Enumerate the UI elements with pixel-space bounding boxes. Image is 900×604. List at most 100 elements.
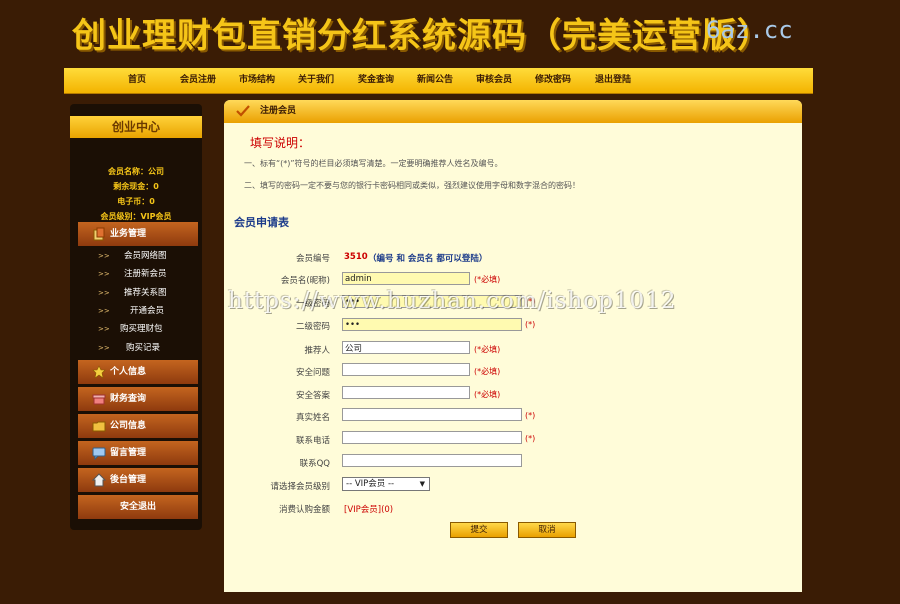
site-title: 创业理财包直销分红系统源码（完美运营版） bbox=[72, 16, 772, 56]
sidebar-item-activate[interactable]: >> 开通会员 bbox=[98, 302, 198, 320]
sidebar-section-label: 留言管理 bbox=[110, 448, 147, 458]
username-input[interactable] bbox=[342, 272, 470, 285]
watermark: https://www.huzhan.com/ishop1012 bbox=[228, 288, 677, 314]
member-no-label: 会员编号 bbox=[295, 254, 330, 264]
required-note: (*必填) bbox=[474, 390, 501, 399]
member-info: 会员名称：公司 剩余现金：0 电子币：0 会员级别：VIP会员 bbox=[70, 164, 202, 224]
note-line-1: 一、标有“(*)”符号的栏目必须填写清楚。一定要明确推荐人姓名及编号。 bbox=[244, 159, 503, 168]
main-panel: 注册会员 填写说明： 一、标有“(*)”符号的栏目必须填写清楚。一定要明确推荐人… bbox=[224, 100, 802, 592]
sidebar-section-business[interactable]: 业务管理 bbox=[78, 222, 198, 246]
sidebar-section-label: 财务查询 bbox=[110, 394, 147, 404]
member-no-hint: （编号 和 会员名 都可以登陆） bbox=[368, 254, 488, 264]
site-domain: 6az.cc bbox=[706, 16, 793, 44]
required-star: (*) bbox=[525, 434, 536, 443]
required-note: (*必填) bbox=[474, 367, 501, 376]
gift-icon bbox=[92, 394, 106, 405]
required-star: (*) bbox=[525, 320, 536, 329]
folder-icon bbox=[92, 421, 106, 432]
password2-label: 二级密码 bbox=[295, 322, 330, 332]
home-icon bbox=[92, 473, 106, 487]
phone-label: 联系电话 bbox=[295, 436, 330, 446]
main-header: 注册会员 bbox=[224, 100, 802, 123]
sidebar-item-purchase-history[interactable]: >> 购买记录 bbox=[98, 339, 198, 357]
notes-title: 填写说明： bbox=[250, 136, 311, 150]
sidebar-item-label: 注册新会员 bbox=[124, 269, 167, 279]
sidebar-section-personal[interactable]: 个人信息 bbox=[78, 360, 198, 384]
referrer-input[interactable] bbox=[342, 341, 470, 354]
logout-button[interactable]: 安全退出 bbox=[78, 495, 198, 519]
realname-label: 真实姓名 bbox=[295, 413, 330, 423]
member-no-value: 3510 bbox=[344, 252, 368, 262]
sidebar-section-label: 後台管理 bbox=[110, 475, 147, 485]
sidebar-item-network[interactable]: >> 会员网络图 bbox=[98, 247, 198, 265]
message-icon bbox=[92, 447, 106, 460]
answer-label: 安全答案 bbox=[295, 391, 330, 401]
level-select-value: -- VIP会员 -- bbox=[346, 479, 395, 489]
sidebar-item-label: 开通会员 bbox=[130, 306, 165, 316]
security-question-input[interactable] bbox=[342, 363, 470, 376]
sidebar-section-company[interactable]: 公司信息 bbox=[78, 414, 198, 438]
nav-change-password[interactable]: 修改密码 bbox=[535, 68, 571, 93]
realname-input[interactable] bbox=[342, 408, 522, 421]
sidebar-title: 创业中心 bbox=[70, 116, 202, 138]
arrow-icon: >> bbox=[98, 325, 110, 333]
sidebar-item-label: 购买理财包 bbox=[120, 324, 163, 334]
username-label: 会员名(昵称) bbox=[280, 276, 330, 286]
nav-market-structure[interactable]: 市场结构 bbox=[239, 68, 275, 93]
main-header-title: 注册会员 bbox=[260, 106, 297, 116]
sidebar-item-label: 会员网络图 bbox=[124, 251, 167, 261]
cancel-button[interactable]: 取消 bbox=[518, 522, 576, 538]
sidebar-item-buy-package[interactable]: >> 购买理财包 bbox=[98, 320, 198, 338]
arrow-icon: >> bbox=[98, 307, 110, 315]
security-answer-input[interactable] bbox=[342, 386, 470, 399]
referrer-label: 推荐人 bbox=[304, 346, 330, 356]
qq-label: 联系QQ bbox=[299, 459, 330, 469]
member-ecoin: 电子币：0 bbox=[117, 197, 155, 206]
nav-register[interactable]: 会员注册 bbox=[180, 68, 216, 93]
sidebar-section-admin[interactable]: 後台管理 bbox=[78, 468, 198, 492]
submit-button[interactable]: 提交 bbox=[450, 522, 508, 538]
amount-value: [VIP会员](0) bbox=[344, 505, 394, 515]
required-note: (*必填) bbox=[474, 345, 501, 354]
sidebar-section-label: 公司信息 bbox=[110, 421, 147, 431]
site-header: 创业理财包直销分红系统源码（完美运营版） 6az.cc bbox=[0, 0, 900, 66]
level-label: 请选择会员级别 bbox=[270, 482, 330, 492]
form-title: 会员申请表 bbox=[234, 216, 289, 229]
sidebar-section-label: 个人信息 bbox=[110, 367, 147, 377]
sidebar-item-referral[interactable]: >> 推荐关系图 bbox=[98, 284, 198, 302]
sidebar-item-register[interactable]: >> 注册新会员 bbox=[98, 265, 198, 283]
sidebar-section-messages[interactable]: 留言管理 bbox=[78, 441, 198, 465]
member-name: 会员名称：公司 bbox=[108, 167, 164, 176]
arrow-icon: >> bbox=[98, 344, 110, 352]
question-label: 安全问题 bbox=[295, 368, 330, 378]
business-icon bbox=[93, 227, 105, 241]
arrow-icon: >> bbox=[98, 252, 110, 260]
note-line-2: 二、填写的密码一定不要与您的银行卡密码相同或类似，强烈建议使用字母和数字混合的密… bbox=[244, 181, 580, 190]
nav-logout[interactable]: 退出登陆 bbox=[595, 68, 631, 93]
nav-home[interactable]: 首页 bbox=[128, 68, 146, 93]
level-select[interactable]: -- VIP会员 -- ▼ bbox=[342, 477, 430, 491]
nav-bonus[interactable]: 奖金查询 bbox=[358, 68, 394, 93]
arrow-icon: >> bbox=[98, 289, 110, 297]
password2-input[interactable] bbox=[342, 318, 522, 331]
nav-news[interactable]: 新闻公告 bbox=[417, 68, 453, 93]
amount-label: 消费认购金额 bbox=[278, 505, 330, 515]
member-cash: 剩余现金：0 bbox=[113, 182, 159, 191]
arrow-icon: >> bbox=[98, 270, 110, 278]
qq-input[interactable] bbox=[342, 454, 522, 467]
required-star: (*) bbox=[525, 411, 536, 420]
check-icon bbox=[236, 105, 250, 117]
required-note: (*必填) bbox=[474, 275, 501, 284]
phone-input[interactable] bbox=[342, 431, 522, 444]
nav-review[interactable]: 审核会员 bbox=[476, 68, 512, 93]
sidebar-section-label: 业务管理 bbox=[110, 229, 147, 239]
nav-about[interactable]: 关于我们 bbox=[298, 68, 334, 93]
top-nav: 首页 会员注册 市场结构 关于我们 奖金查询 新闻公告 审核会员 修改密码 退出… bbox=[64, 68, 813, 94]
logout-label: 安全退出 bbox=[119, 502, 156, 512]
sidebar-item-label: 购买记录 bbox=[126, 343, 161, 353]
chevron-down-icon: ▼ bbox=[419, 480, 425, 488]
sidebar: 创业中心 会员名称：公司 剩余现金：0 电子币：0 会员级别：VIP会员 业务管… bbox=[70, 104, 202, 530]
sidebar-section-finance[interactable]: 财务查询 bbox=[78, 387, 198, 411]
sidebar-item-label: 推荐关系图 bbox=[124, 288, 167, 298]
star-icon bbox=[92, 365, 106, 379]
